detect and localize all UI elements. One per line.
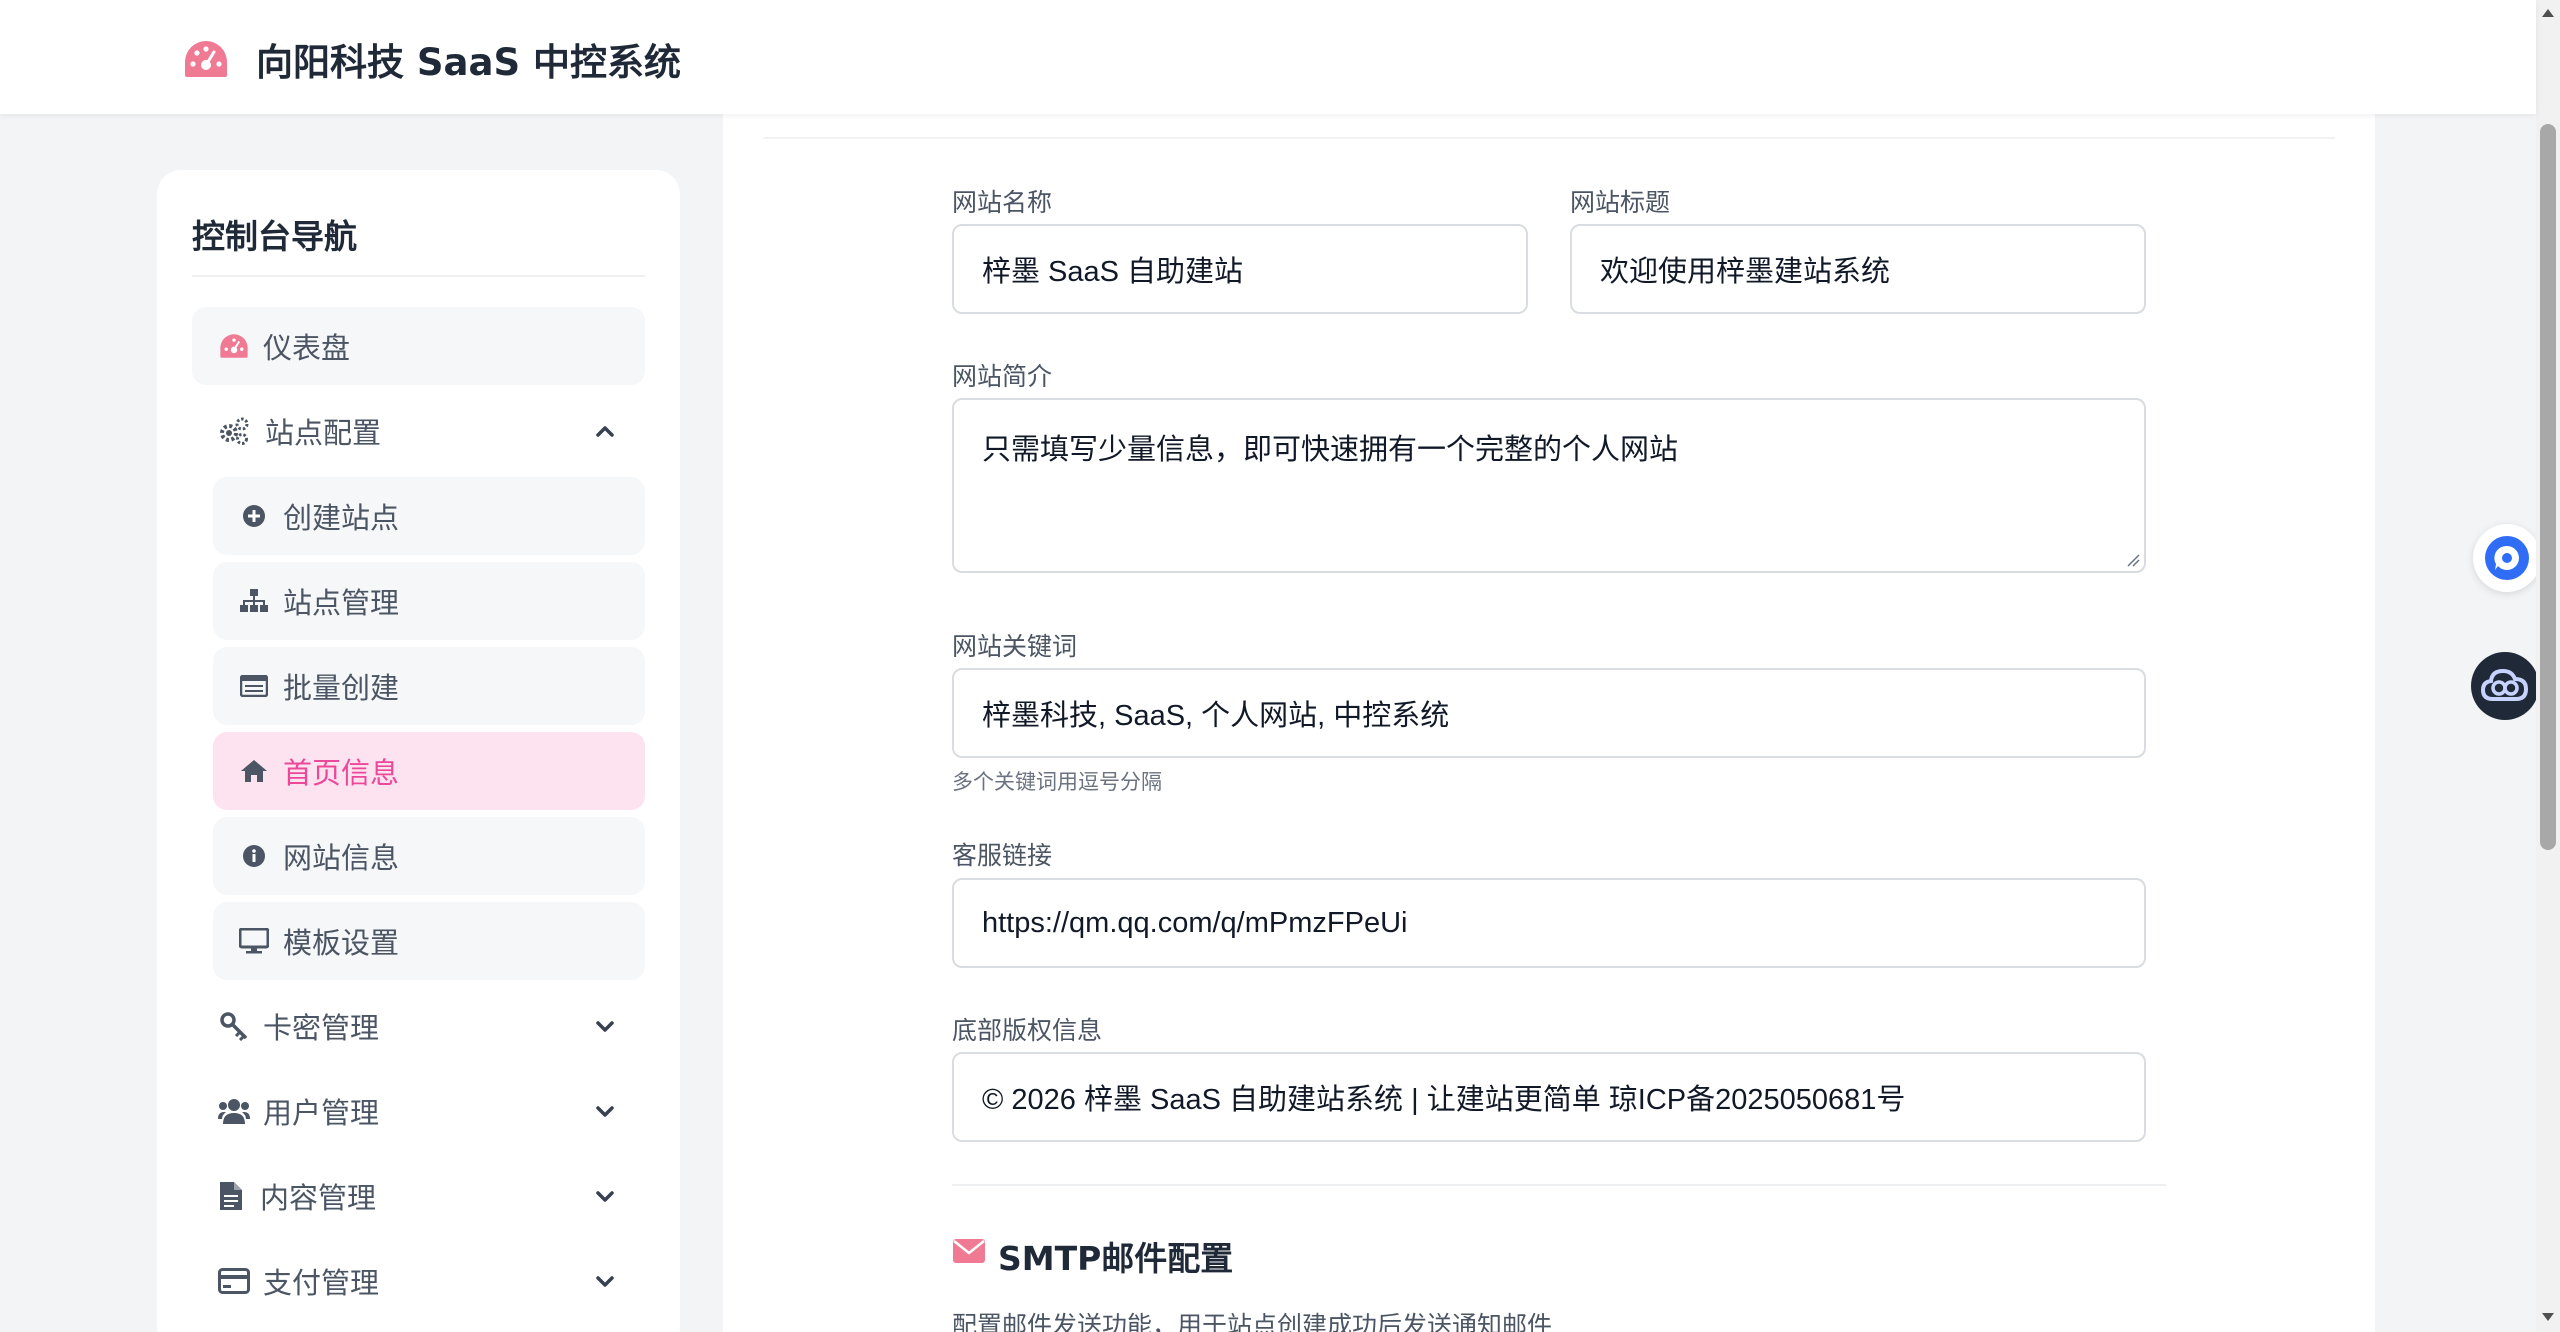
sidebar-item-label: 卡密管理 [263,1011,380,1045]
cloud-float-button[interactable] [2471,652,2539,720]
site-intro-value: 只需填写少量信息，即可快速拥有一个完整的个人网站 [982,434,1679,466]
cogs-icon [217,414,251,448]
service-link-input[interactable]: https://qm.qq.com/q/mPmzFPeUi [952,878,2146,968]
site-keywords-input[interactable]: 梓墨科技, SaaS, 个人网站, 中控系统 [952,668,2146,758]
monitor-icon [237,924,271,958]
resize-grip-icon[interactable] [2126,553,2140,567]
sidebar-item-label: 内容管理 [260,1181,377,1215]
sidebar-item-label: 批量创建 [283,671,400,705]
sidebar-item-label: 用户管理 [263,1096,380,1130]
credit-card-icon [217,1264,251,1298]
site-intro-textarea[interactable]: 只需填写少量信息，即可快速拥有一个完整的个人网站 [952,398,2146,573]
sidebar-item-label: 站点管理 [283,586,400,620]
smtp-section-description: 配置邮件发送功能，用于站点创建成功后发送通知邮件 [952,1311,1553,1332]
site-name-label: 网站名称 [952,188,1053,217]
cloud-link-icon [2480,668,2529,701]
envelope-icon [953,1239,985,1263]
sidebar-item-label: 创建站点 [283,501,400,535]
sidebar-title: 控制台导航 [192,217,357,256]
home-icon [237,754,271,788]
scrollbar-thumb[interactable] [2540,124,2556,850]
top-divider [763,137,2335,139]
sidebar-item-dashboard[interactable]: 仪表盘 [192,307,645,385]
sidebar-item-label: 仪表盘 [263,331,351,365]
sidebar-item-label: 支付管理 [263,1266,380,1300]
sidebar-item-create-site[interactable]: 创建站点 [213,477,645,555]
sidebar-item-label: 首页信息 [283,756,400,790]
sidebar-item-label: 站点配置 [265,416,382,450]
chevron-down-icon [596,1276,614,1287]
sidebar-divider [192,275,645,277]
main-panel: 网站名称 梓墨 SaaS 自助建站 网站标题 欢迎使用梓墨建站系统 网站简介 只… [723,114,2375,1332]
sidebar-nav: 控制台导航 仪表盘 站点配置 创建站点 站点管理 批量创建 首页信息 网站信息 … [157,170,680,1332]
sidebar-item-content[interactable]: 内容管理 [192,1157,645,1235]
smtp-section-title: SMTP邮件配置 [998,1239,1234,1278]
sidebar-item-site-info[interactable]: 网站信息 [213,817,645,895]
copyright-label: 底部版权信息 [952,1016,1103,1045]
chevron-down-icon [596,1106,614,1117]
site-intro-label: 网站简介 [952,362,1053,391]
top-header: 向阳科技 SaaS 中控系统 [0,0,2536,114]
plus-circle-icon [237,499,271,533]
sidebar-item-card-keys[interactable]: 卡密管理 [192,987,645,1065]
chevron-down-icon [596,1021,614,1032]
site-keywords-label: 网站关键词 [952,632,1078,661]
site-name-input[interactable]: 梓墨 SaaS 自助建站 [952,224,1528,314]
sidebar-item-site-config[interactable]: 站点配置 [192,392,645,470]
site-title-input[interactable]: 欢迎使用梓墨建站系统 [1570,224,2146,314]
chevron-up-icon [596,426,614,437]
service-link-label: 客服链接 [952,841,1053,870]
chat-bubble-icon [2485,536,2529,580]
info-circle-icon [237,839,271,873]
app-title: 向阳科技 SaaS 中控系统 [256,41,681,84]
sidebar-item-template-settings[interactable]: 模板设置 [213,902,645,980]
key-icon [217,1009,251,1043]
dashboard-gauge-icon [217,329,251,363]
sidebar-item-homepage-info[interactable]: 首页信息 [213,732,645,810]
users-icon [217,1094,251,1128]
copyright-input[interactable]: © 2026 梓墨 SaaS 自助建站系统 | 让建站更简单 琼ICP备2025… [952,1052,2146,1142]
site-keywords-hint: 多个关键词用逗号分隔 [952,770,1162,794]
chat-float-button[interactable] [2473,524,2541,592]
sidebar-item-label: 模板设置 [283,926,400,960]
sidebar-item-site-manage[interactable]: 站点管理 [213,562,645,640]
sidebar-item-users[interactable]: 用户管理 [192,1072,645,1150]
file-icon [214,1179,248,1213]
sitemap-icon [237,584,271,618]
list-card-icon [237,669,271,703]
dashboard-gauge-icon [185,41,227,77]
section-divider [952,1184,2166,1186]
site-title-label: 网站标题 [1570,188,1671,217]
sidebar-item-payment[interactable]: 支付管理 [192,1242,645,1320]
chevron-down-icon [596,1191,614,1202]
scroll-up-arrow-icon[interactable] [2540,6,2556,20]
sidebar-item-label: 网站信息 [283,841,400,875]
sidebar-item-batch-create[interactable]: 批量创建 [213,647,645,725]
scroll-down-arrow-icon[interactable] [2540,1310,2556,1324]
